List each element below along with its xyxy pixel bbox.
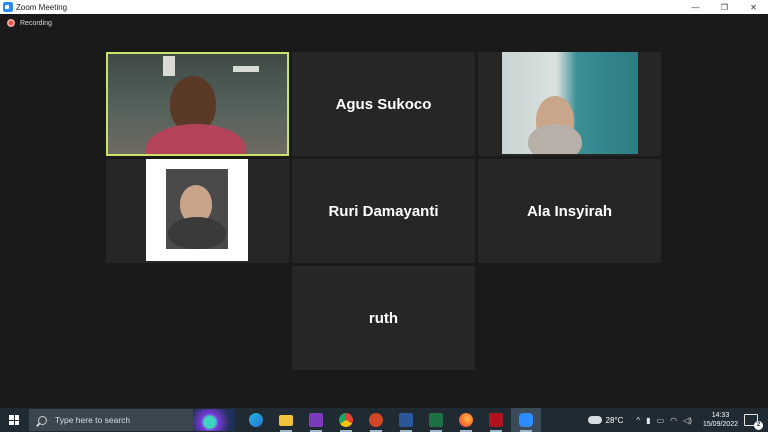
participant-name: ruth [368,309,399,327]
search-icon [38,415,47,425]
search-placeholder: Type here to search [55,415,131,425]
start-button[interactable] [0,408,28,432]
system-tray: 28°C ^ ▮ ▭ ◠ ◁) 14:33 15/09/2022 2 [587,408,768,432]
zoom-icon [519,413,533,427]
participant-name: Ala Insyirah [526,202,613,220]
file-explorer-taskbar-button[interactable] [271,408,301,432]
word-icon [399,413,413,427]
mendeley-taskbar-button[interactable] [481,408,511,432]
participant-tile-ala-insyirah[interactable]: Ala Insyirah [478,159,661,263]
microphone-icon[interactable]: ▮ [646,416,650,425]
minimize-button[interactable]: — [681,0,710,14]
onenote-taskbar-button[interactable] [301,408,331,432]
taskbar: Type here to search 28°C ^ ▮ ▭ ◠ ◁) 14:3… [0,408,768,432]
recording-indicator[interactable]: Recording [7,19,52,27]
word-taskbar-button[interactable] [391,408,421,432]
participant-video [108,54,287,154]
chrome-taskbar-button[interactable] [331,408,361,432]
chrome-icon [339,413,353,427]
battery-icon[interactable]: ▭ [657,416,665,425]
zoom-taskbar-button[interactable] [511,408,541,432]
participant-tile-video-1[interactable] [106,52,289,156]
windows-logo-icon [9,415,19,425]
wifi-icon[interactable]: ◠ [670,416,677,425]
excel-icon [429,413,443,427]
clock-date: 15/09/2022 [702,421,738,428]
mendeley-icon [489,413,503,427]
window-title: Zoom Meeting [16,2,68,12]
clock[interactable]: 14:33 15/09/2022 [703,411,738,429]
firefox-icon [459,413,473,427]
participant-name: Ruri Damayanti [328,202,439,220]
weather-temperature[interactable]: 28°C [606,416,624,425]
participant-name: Agus Sukoco [335,95,432,113]
taskbar-search[interactable]: Type here to search [29,409,235,431]
participant-video [502,52,638,154]
firefox-taskbar-button[interactable] [451,408,481,432]
clock-time: 14:33 [711,412,730,419]
participant-tile-ruth[interactable]: ruth [292,266,475,370]
participant-tile-video-3[interactable] [106,159,289,263]
restore-button[interactable]: ❐ [710,0,739,14]
onenote-icon [309,413,323,427]
file-explorer-icon [279,414,293,426]
weather-cloud-icon[interactable] [587,416,602,424]
edge-icon [249,413,263,427]
recording-dot-icon [7,19,15,27]
powerpoint-taskbar-button[interactable] [361,408,391,432]
search-highlight-image [193,409,235,431]
participant-tile-agus-sukoco[interactable]: Agus Sukoco [292,52,475,156]
notification-center-button[interactable]: 2 [744,414,763,430]
recording-label: Recording [20,19,52,27]
taskbar-apps [241,408,541,432]
title-bar: Zoom Meeting — ❐ ✕ [0,0,768,14]
participant-video [146,159,248,261]
zoom-app-icon [3,2,13,12]
close-button[interactable]: ✕ [739,0,768,14]
window-controls: — ❐ ✕ [681,0,768,14]
chevron-up-icon[interactable]: ^ [636,416,640,425]
participant-tile-video-2[interactable] [478,52,661,156]
excel-taskbar-button[interactable] [421,408,451,432]
volume-icon[interactable]: ◁) [683,416,692,425]
powerpoint-icon [369,413,383,427]
edge-taskbar-button[interactable] [241,408,271,432]
participant-tile-ruri-damayanti[interactable]: Ruri Damayanti [292,159,475,263]
notification-badge: 2 [754,421,763,430]
